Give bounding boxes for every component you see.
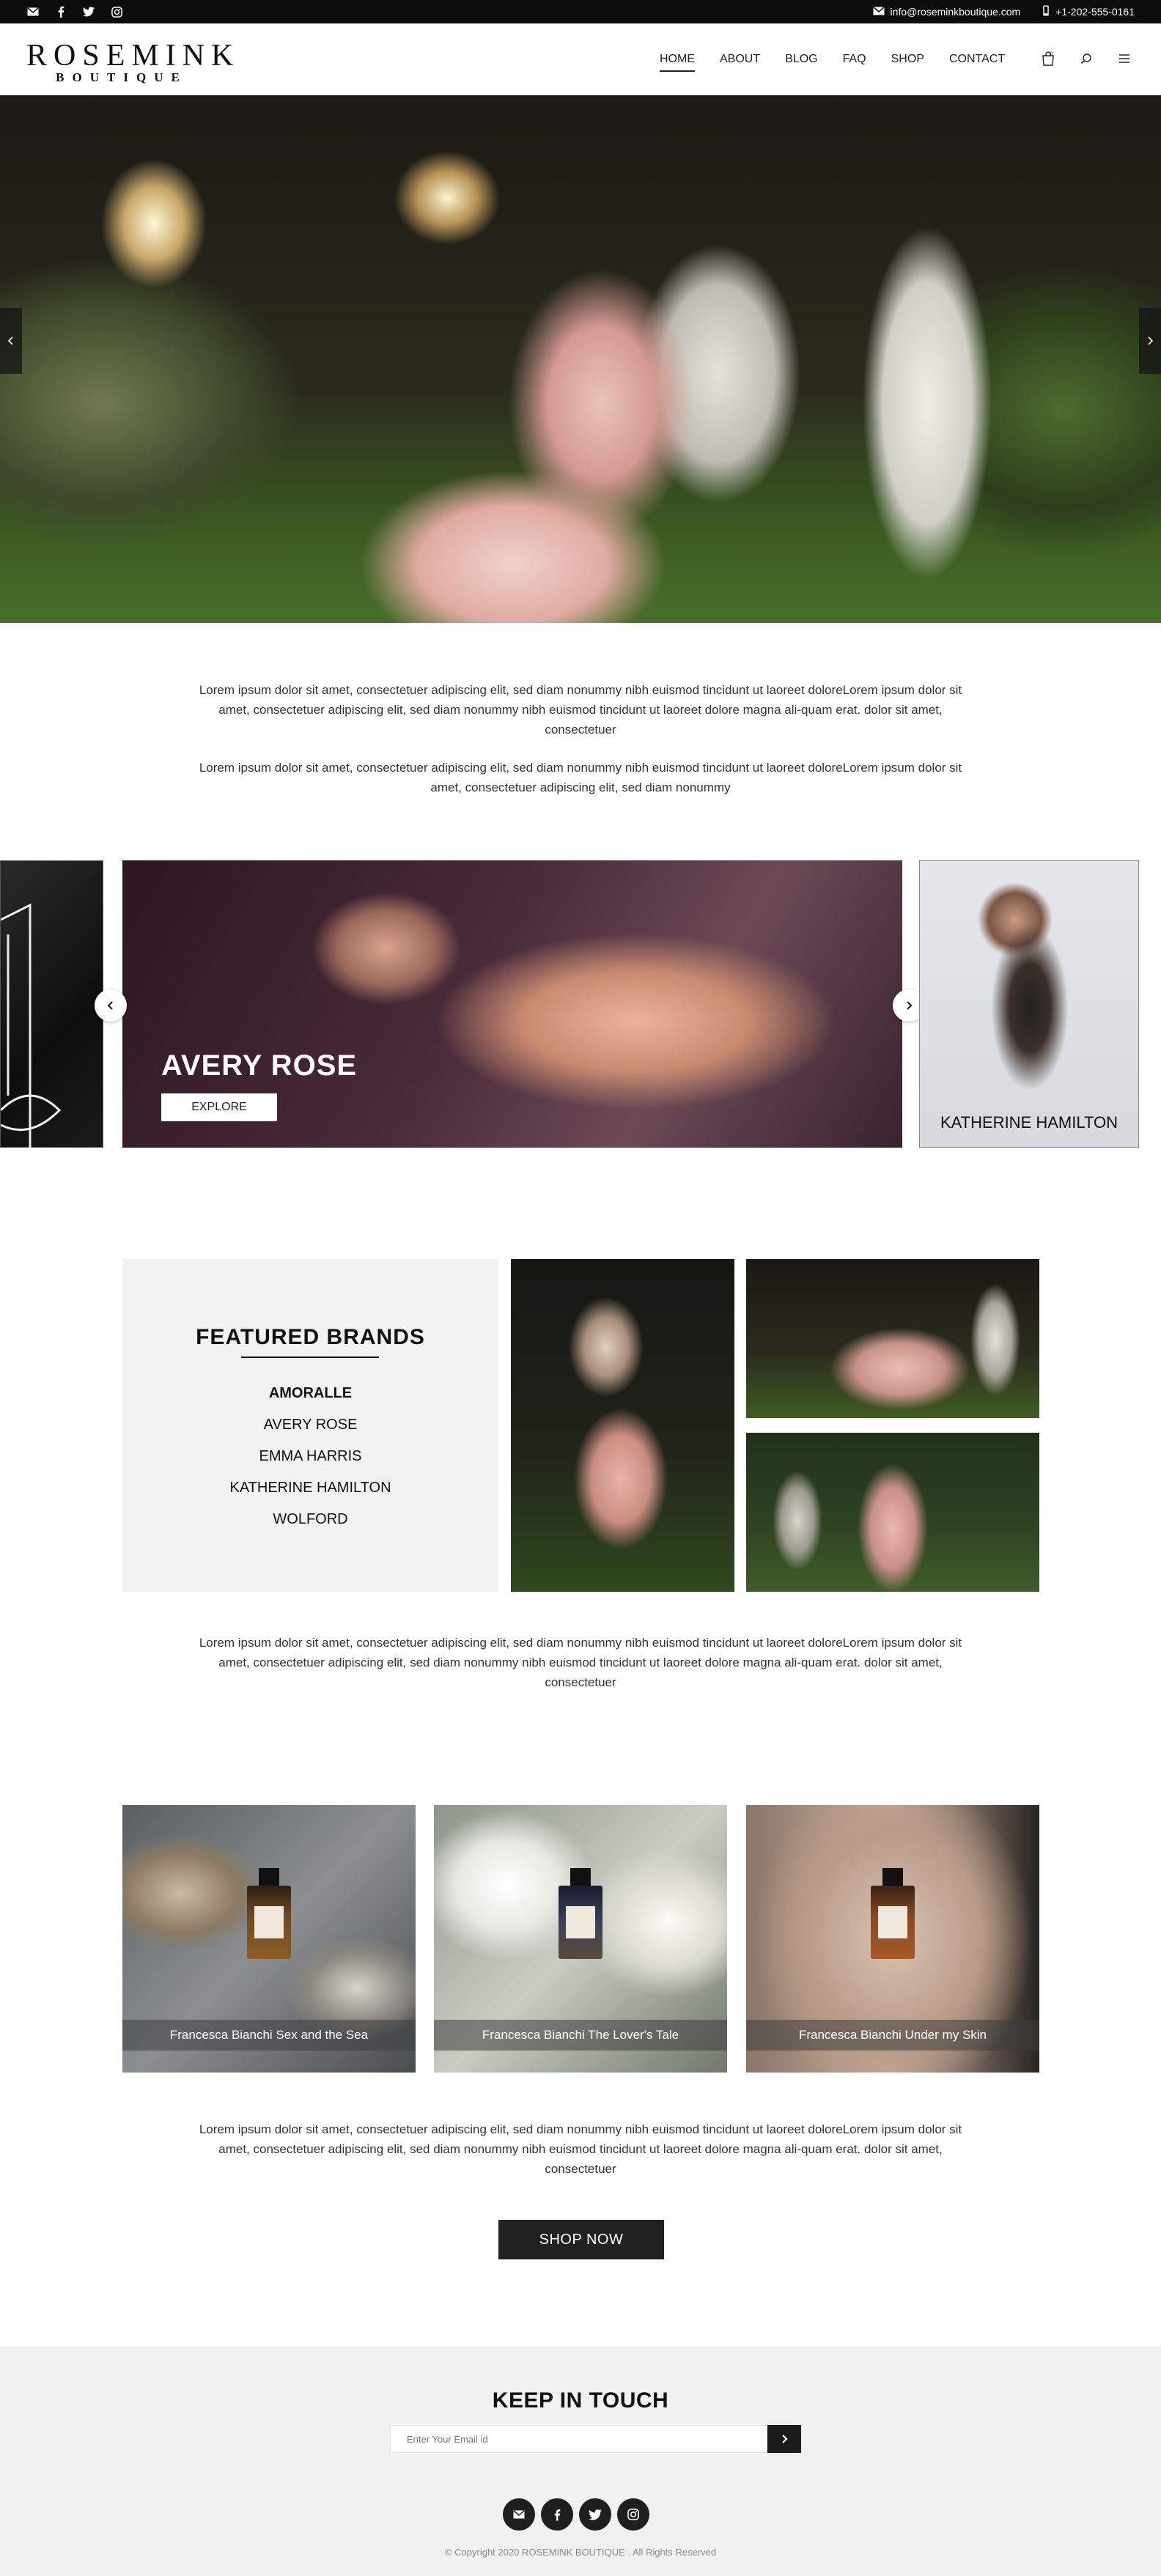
facebook-icon[interactable]: [541, 2498, 573, 2531]
carousel-slide-next[interactable]: KATHERINE HAMILTON: [919, 860, 1139, 1148]
menu-icon[interactable]: [1116, 50, 1133, 67]
nav-contact[interactable]: CONTACT: [949, 53, 1005, 72]
logo-line-2: BOUTIQUE: [56, 70, 188, 84]
topbar-phone-text: +1-202-555-0161: [1055, 6, 1135, 18]
twitter-icon[interactable]: [579, 2498, 611, 2531]
perfume-bottle-icon: [247, 1868, 291, 1959]
prev-slide-pattern-icon: [0, 903, 62, 1148]
intro-paragraph-1: Lorem ipsum dolor sit amet, consectetuer…: [199, 683, 962, 737]
copyright-text: © Copyright 2020 ROSEMINK BOUTIQUE . All…: [444, 2547, 717, 2558]
nav-faq[interactable]: FAQ: [843, 53, 866, 72]
shop-now-button[interactable]: SHOP NOW: [498, 2220, 664, 2259]
featured-brands-title: FEATURED BRANDS: [196, 1325, 425, 1349]
site-footer: KEEP IN TOUCH © Copyright 2020 ROSEMINK …: [0, 2346, 1161, 2576]
facebook-icon[interactable]: [54, 5, 67, 18]
perfume-bottle-icon: [871, 1868, 915, 1959]
mail-icon[interactable]: [26, 5, 40, 18]
hero-prev-arrow[interactable]: [0, 308, 22, 374]
phone-icon: [1042, 5, 1050, 18]
brand-item[interactable]: KATHERINE HAMILTON: [122, 1472, 498, 1504]
shopping-bag-icon[interactable]: 0: [1039, 50, 1057, 67]
featured-image-1: [511, 1259, 734, 1592]
product-card[interactable]: Francesca Bianchi Under my Skin: [746, 1805, 1039, 2073]
instagram-icon[interactable]: [110, 5, 123, 18]
mail-icon[interactable]: [503, 2498, 535, 2531]
featured-brands-list: AMORALLE AVERY ROSE EMMA HARRIS KATHERIN…: [122, 1378, 498, 1535]
topbar-email[interactable]: info@roseminkboutique.com: [873, 6, 1021, 18]
perfume-bottle-icon: [559, 1868, 602, 1959]
topbar-email-text: info@roseminkboutique.com: [890, 6, 1021, 18]
product-caption: Francesca Bianchi Under my Skin: [746, 2020, 1039, 2051]
instagram-icon[interactable]: [617, 2498, 649, 2531]
carousel-slide-active[interactable]: AVERY ROSE EXPLORE: [122, 860, 902, 1148]
product-card[interactable]: Francesca Bianchi Sex and the Sea: [122, 1805, 416, 2073]
nav-blog[interactable]: BLOG: [785, 53, 817, 72]
carousel-brand-name: AVERY ROSE: [161, 1049, 358, 1082]
featured-image-3: [746, 1433, 1039, 1592]
topbar-phone[interactable]: +1-202-555-0161: [1042, 5, 1135, 18]
products-paragraph: Lorem ipsum dolor sit amet, consectetuer…: [199, 2122, 962, 2176]
site-logo[interactable]: ROSEMINK BOUTIQUE: [26, 39, 240, 85]
featured-paragraph: Lorem ipsum dolor sit amet, consectetuer…: [199, 1636, 962, 1689]
logo-line-1: ROSEMINK: [26, 39, 240, 73]
newsletter-submit-button[interactable]: [767, 2425, 801, 2453]
featured-title-underline: [241, 1357, 379, 1358]
chevron-right-icon: [782, 2435, 788, 2443]
explore-button[interactable]: EXPLORE: [161, 1093, 277, 1121]
nav-about[interactable]: ABOUT: [720, 53, 760, 72]
product-caption: Francesca Bianchi The Lover's Tale: [434, 2020, 727, 2051]
search-icon[interactable]: [1077, 50, 1095, 67]
site-header: ROSEMINK BOUTIQUE HOME ABOUT BLOG FAQ SH…: [0, 23, 1161, 95]
featured-brands-box: FEATURED BRANDS AMORALLE AVERY ROSE EMMA…: [122, 1259, 498, 1592]
main-nav: HOME ABOUT BLOG FAQ SHOP CONTACT: [660, 53, 1030, 72]
brand-item[interactable]: EMMA HARRIS: [122, 1441, 498, 1472]
nav-shop[interactable]: SHOP: [891, 53, 924, 72]
product-card[interactable]: Francesca Bianchi The Lover's Tale: [434, 1805, 727, 2073]
twitter-icon[interactable]: [82, 5, 95, 18]
newsletter-email-input[interactable]: [390, 2425, 767, 2453]
carousel-next-brand-name: KATHERINE HAMILTON: [940, 1113, 1118, 1132]
brand-item[interactable]: AMORALLE: [122, 1378, 498, 1409]
top-bar: info@roseminkboutique.com +1-202-555-016…: [0, 0, 1161, 23]
carousel-prev-button[interactable]: [95, 989, 127, 1022]
topbar-socials: [26, 5, 123, 18]
chevron-left-icon: [107, 1001, 113, 1010]
featured-image-2: [746, 1259, 1039, 1418]
carousel-slide-prev[interactable]: [0, 860, 103, 1148]
product-caption: Francesca Bianchi Sex and the Sea: [122, 2020, 416, 2051]
hero-slider[interactable]: [0, 95, 1161, 623]
chevron-right-icon: [907, 1001, 913, 1010]
brand-item[interactable]: WOLFORD: [122, 1504, 498, 1535]
keep-in-touch-title: KEEP IN TOUCH: [492, 2388, 669, 2413]
footer-socials: [503, 2498, 649, 2531]
envelope-icon: [873, 6, 885, 18]
hero-next-arrow[interactable]: [1139, 308, 1161, 374]
nav-home[interactable]: HOME: [660, 53, 695, 72]
header-icons: 0: [1039, 50, 1133, 67]
topbar-contact: info@roseminkboutique.com +1-202-555-016…: [873, 0, 1135, 23]
intro-paragraph-2: Lorem ipsum dolor sit amet, consectetuer…: [199, 761, 962, 794]
brand-item[interactable]: AVERY ROSE: [122, 1409, 498, 1441]
